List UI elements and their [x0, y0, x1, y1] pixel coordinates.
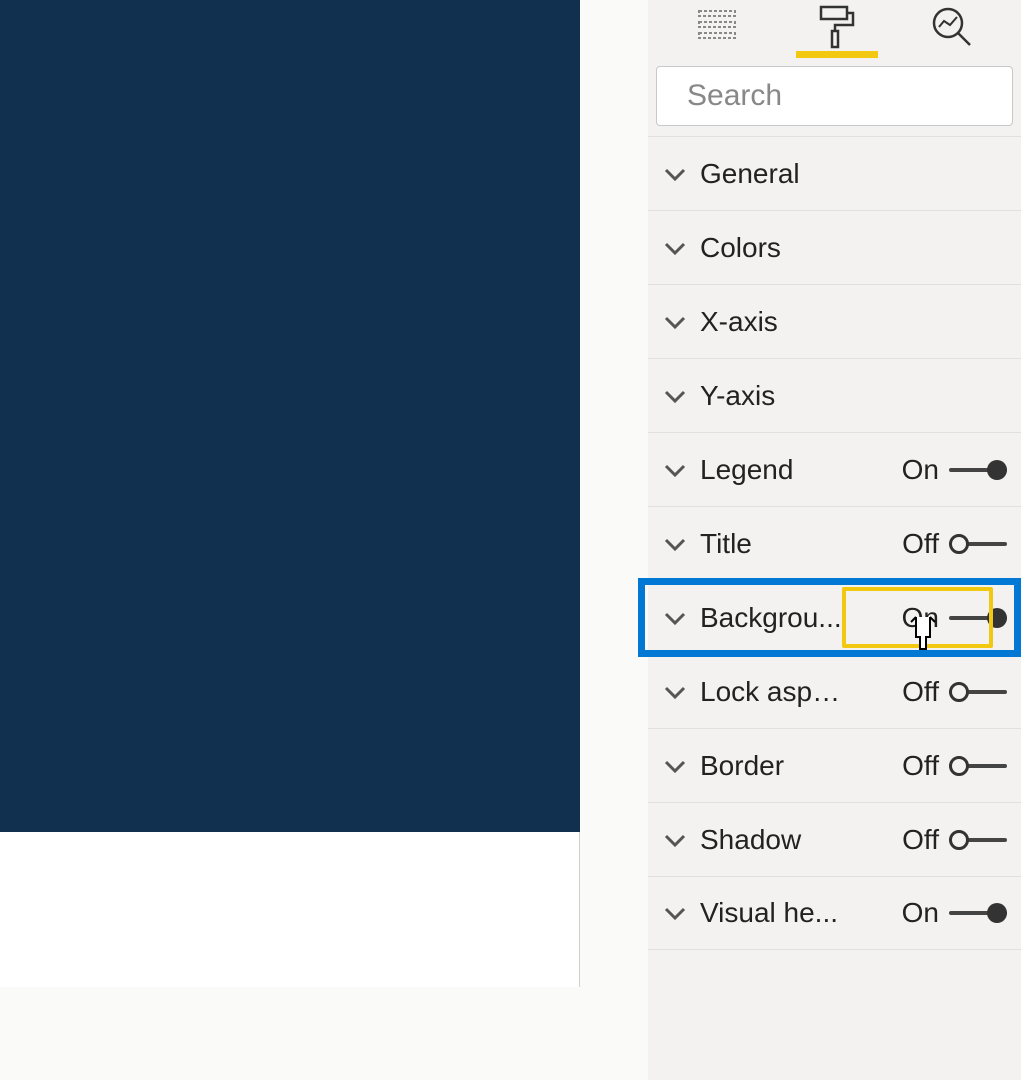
visual-preview[interactable]	[0, 0, 580, 832]
row-legend[interactable]: Legend On	[648, 432, 1021, 506]
row-border[interactable]: Border Off	[648, 728, 1021, 802]
toggle-switch[interactable]	[949, 681, 1007, 703]
row-general[interactable]: General	[648, 136, 1021, 210]
row-y-axis[interactable]: Y-axis	[648, 358, 1021, 432]
row-label: Border	[700, 750, 850, 782]
row-label: Colors	[700, 232, 850, 264]
canvas-area	[0, 0, 580, 987]
row-label: General	[700, 158, 850, 190]
toggle-legend[interactable]: On	[902, 454, 1007, 486]
toggle-state-label: Off	[902, 824, 939, 856]
toggle-switch[interactable]	[949, 459, 1007, 481]
toggle-lock-aspect[interactable]: Off	[902, 676, 1007, 708]
tab-format[interactable]	[796, 0, 874, 58]
toggle-switch[interactable]	[949, 902, 1007, 924]
toggle-switch[interactable]	[949, 533, 1007, 555]
format-list: General Colors X-axis Y-axis Legend	[648, 136, 1021, 950]
toggle-state-label: Off	[902, 676, 939, 708]
row-shadow[interactable]: Shadow Off	[648, 802, 1021, 876]
row-title[interactable]: Title Off	[648, 506, 1021, 580]
panel-tabs	[648, 0, 1021, 60]
toggle-title[interactable]: Off	[902, 528, 1007, 560]
toggle-background[interactable]: On	[902, 602, 1007, 634]
chevron-down-icon	[662, 605, 688, 631]
toggle-switch[interactable]	[949, 829, 1007, 851]
chevron-down-icon	[662, 235, 688, 261]
chevron-down-icon	[662, 383, 688, 409]
chevron-down-icon	[662, 531, 688, 557]
search-input[interactable]	[687, 79, 1021, 113]
toggle-state-label: Off	[902, 750, 939, 782]
row-label: Title	[700, 528, 850, 560]
row-x-axis[interactable]: X-axis	[648, 284, 1021, 358]
toggle-state-label: On	[902, 602, 939, 634]
row-label: Legend	[700, 454, 850, 486]
toggle-visual-header[interactable]: On	[902, 897, 1007, 929]
row-label: Shadow	[700, 824, 850, 856]
tab-fields[interactable]	[678, 0, 756, 58]
toggle-border[interactable]: Off	[902, 750, 1007, 782]
chevron-down-icon	[662, 900, 688, 926]
toggle-state-label: Off	[902, 528, 939, 560]
row-lock-aspect[interactable]: Lock aspe... Off	[648, 654, 1021, 728]
chevron-down-icon	[662, 309, 688, 335]
row-visual-header[interactable]: Visual he... On	[648, 876, 1021, 950]
row-label: Visual he...	[700, 897, 850, 929]
chevron-down-icon	[662, 457, 688, 483]
toggle-state-label: On	[902, 454, 939, 486]
format-panel: General Colors X-axis Y-axis Legend	[648, 0, 1021, 1080]
chevron-down-icon	[662, 161, 688, 187]
row-label: Y-axis	[700, 380, 850, 412]
toggle-switch[interactable]	[949, 755, 1007, 777]
search-container[interactable]	[656, 66, 1013, 126]
toggle-state-label: On	[902, 897, 939, 929]
toggle-shadow[interactable]: Off	[902, 824, 1007, 856]
row-colors[interactable]: Colors	[648, 210, 1021, 284]
analytics-icon	[930, 5, 974, 54]
chevron-down-icon	[662, 679, 688, 705]
paint-roller-icon	[813, 5, 857, 54]
row-label: Lock aspe...	[700, 676, 850, 708]
toggle-switch[interactable]	[949, 607, 1007, 629]
row-background[interactable]: Backgrou... On	[648, 580, 1021, 654]
chevron-down-icon	[662, 827, 688, 853]
row-label: Backgrou...	[700, 602, 850, 634]
row-label: X-axis	[700, 306, 850, 338]
chevron-down-icon	[662, 753, 688, 779]
fields-icon	[695, 5, 739, 54]
tab-analytics[interactable]	[913, 0, 991, 58]
